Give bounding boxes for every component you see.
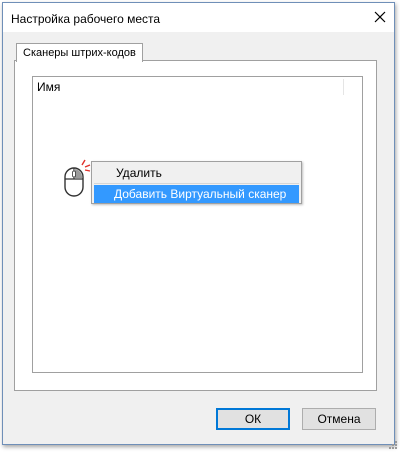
- context-menu: Удалить Добавить Виртуальный сканер: [91, 161, 302, 204]
- window-title: Настройка рабочего места: [11, 12, 161, 26]
- cancel-button[interactable]: Отмена: [302, 408, 376, 430]
- close-icon[interactable]: [372, 9, 388, 25]
- list-header: Имя: [33, 77, 362, 96]
- menu-item-add-virtual-scanner[interactable]: Добавить Виртуальный сканер: [94, 185, 299, 203]
- scanner-list[interactable]: Имя: [32, 76, 363, 373]
- menu-separator: [94, 183, 299, 184]
- tab-barcode-scanners[interactable]: Сканеры штрих-кодов: [16, 43, 143, 62]
- mouse-right-click-icon: [64, 159, 91, 197]
- column-separator[interactable]: [343, 79, 344, 95]
- menu-item-delete[interactable]: Удалить: [94, 164, 299, 182]
- title-bar[interactable]: Настройка рабочего места: [3, 3, 394, 32]
- resize-grip-icon[interactable]: [388, 440, 398, 450]
- column-header-name[interactable]: Имя: [37, 80, 60, 94]
- ok-button[interactable]: ОК: [216, 408, 290, 430]
